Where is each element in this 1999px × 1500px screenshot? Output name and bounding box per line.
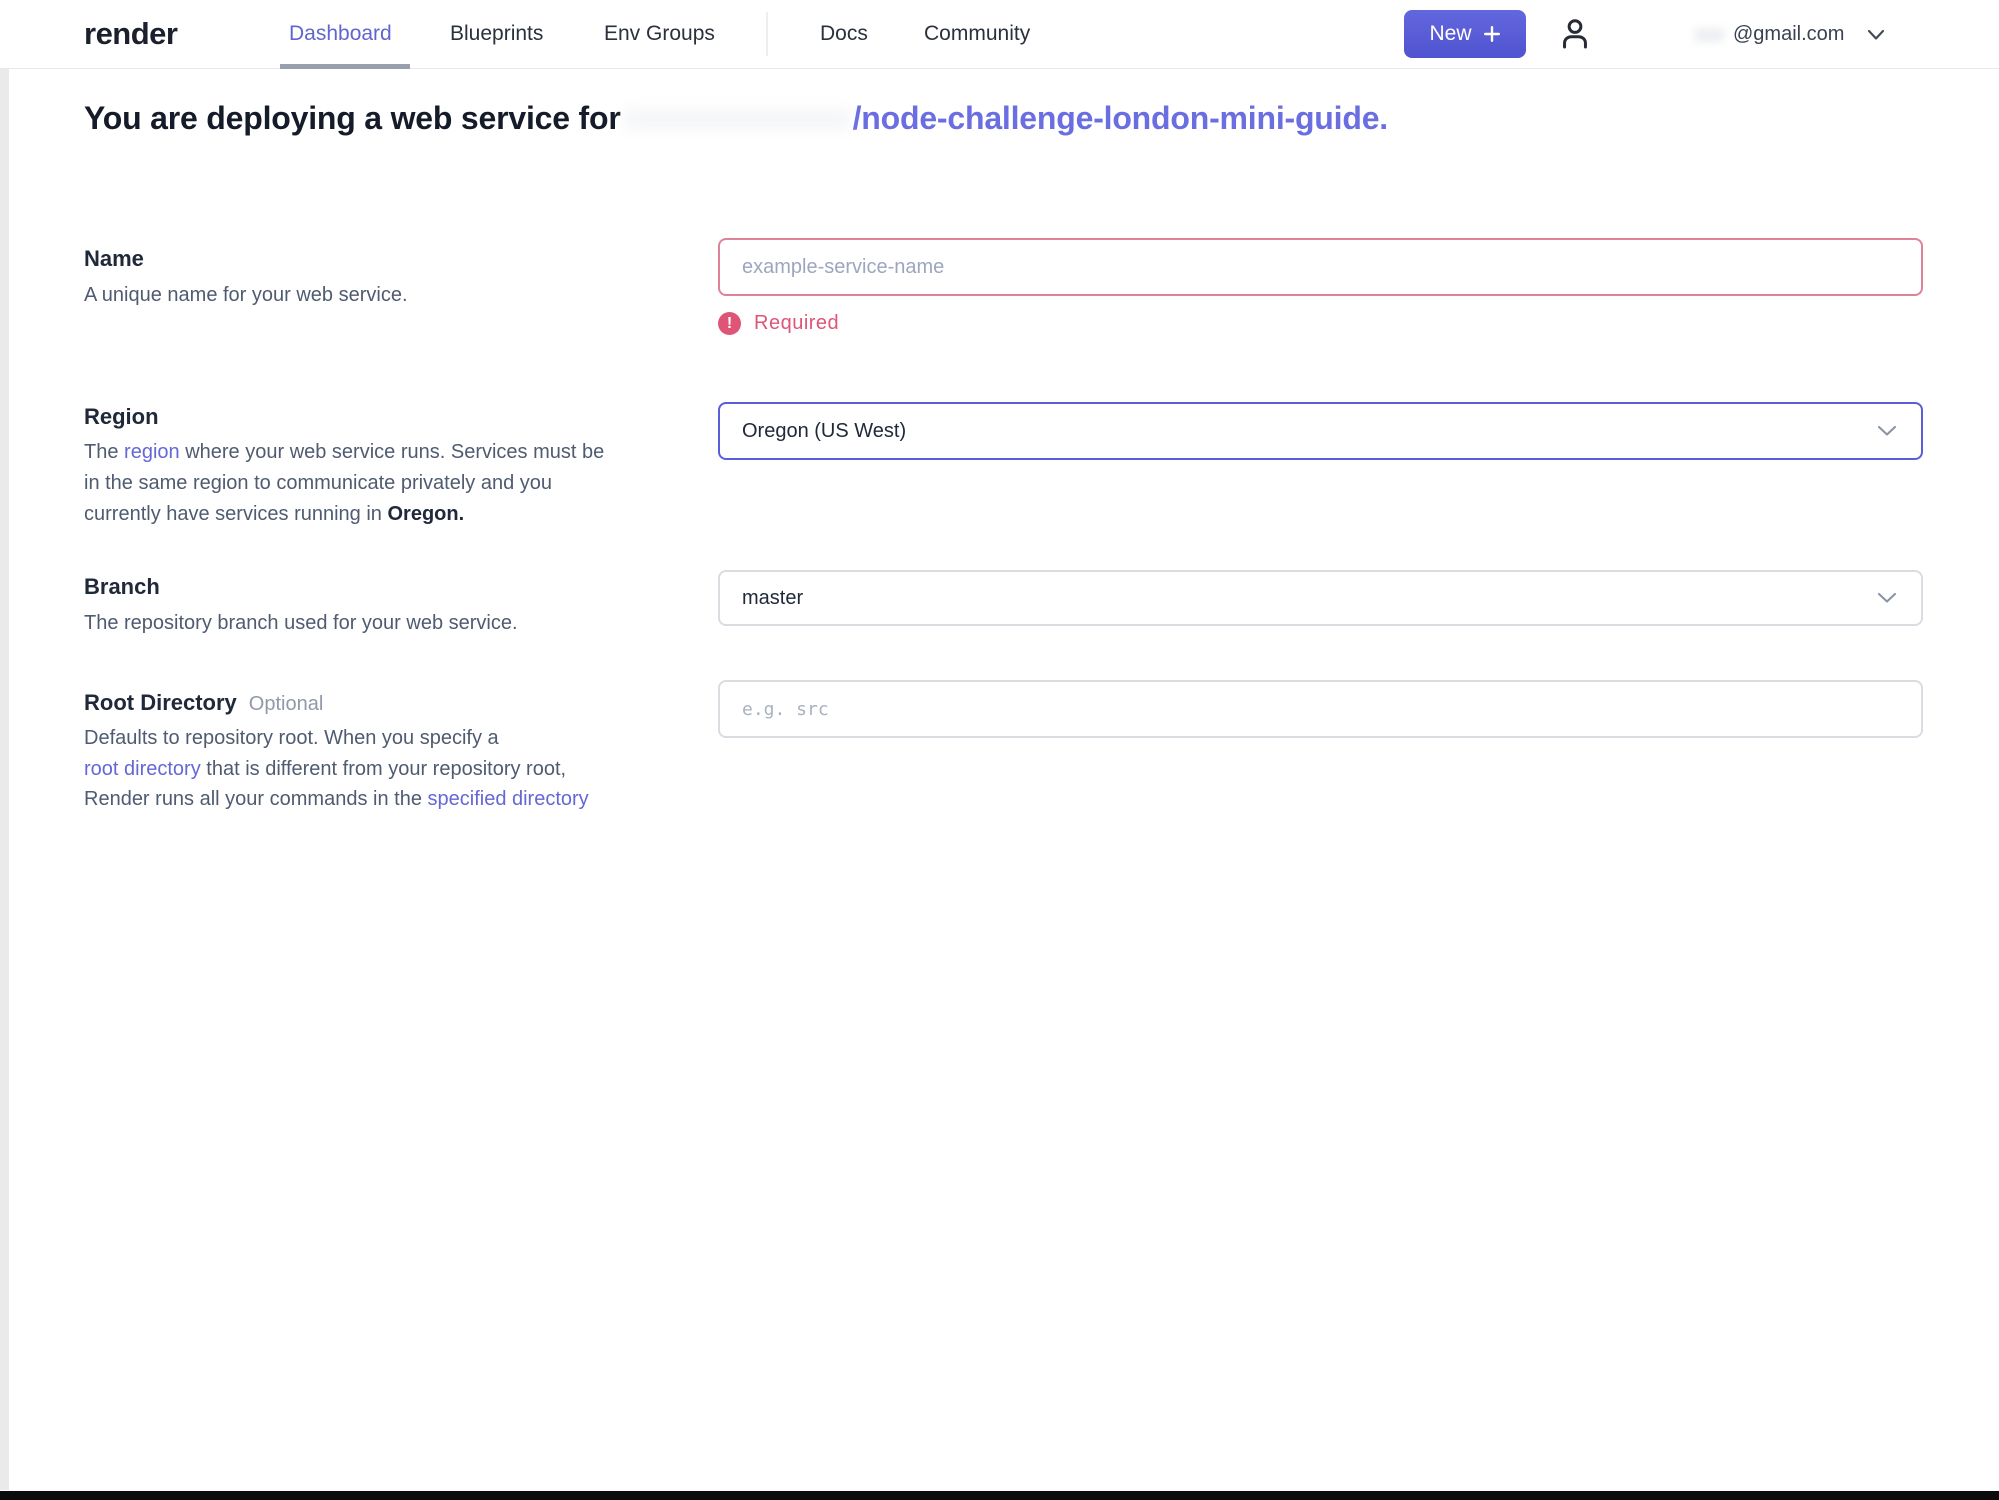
new-button[interactable]: New: [1404, 10, 1526, 58]
chevron-down-icon: [1877, 425, 1897, 437]
branch-select[interactable]: master: [718, 570, 1923, 626]
new-button-label: New: [1429, 22, 1472, 45]
optional-badge: Optional: [248, 693, 324, 715]
nav-item-blueprints[interactable]: Blueprints: [450, 22, 543, 46]
branch-description: The repository branch used for your web …: [84, 612, 518, 634]
region-select[interactable]: Oregon (US West): [718, 402, 1923, 460]
top-navigation-bar: render Dashboard Blueprints Env Groups D…: [0, 0, 1999, 69]
region-desc-text-3: in the same region to communicate privat…: [84, 472, 553, 494]
page-title-prefix: You are deploying a web service for: [84, 100, 621, 136]
name-label: Name: [84, 246, 144, 271]
page-title: You are deploying a web service for /nod…: [84, 100, 1388, 137]
user-icon: [1556, 15, 1594, 53]
root-directory-input[interactable]: [718, 680, 1923, 738]
repo-link[interactable]: /node-challenge-london-mini-guide.: [853, 100, 1389, 137]
service-name-input[interactable]: [718, 238, 1923, 296]
dashboard-active-underline: [280, 64, 410, 69]
root-directory-label-text: Root Directory: [84, 690, 237, 715]
chevron-down-icon: [1877, 592, 1897, 604]
nav-divider: [766, 12, 768, 56]
nav-item-env-groups[interactable]: Env Groups: [604, 22, 715, 46]
branch-label: Branch: [84, 574, 160, 599]
region-desc-oregon: Oregon.: [387, 503, 465, 525]
name-error-text: Required: [754, 312, 840, 334]
name-error-row: Required: [718, 312, 839, 335]
render-logo[interactable]: render: [84, 16, 178, 52]
region-desc-text-1: The: [84, 441, 125, 463]
region-link[interactable]: region: [124, 441, 180, 463]
region-label: Region: [84, 404, 159, 429]
root-directory-description: Defaults to repository root. When you sp…: [84, 723, 589, 815]
root-desc-text-3: Render runs all your commands in the: [84, 788, 428, 810]
redacted-account-name: [1694, 28, 1724, 42]
region-description: The region where your web service runs. …: [84, 437, 604, 530]
root-directory-label: Root Directory Optional: [84, 690, 323, 716]
branch-select-value: master: [742, 586, 804, 609]
specified-directory-link[interactable]: specified directory: [428, 788, 589, 810]
root-desc-text-1: Defaults to repository root. When you sp…: [84, 727, 499, 749]
chevron-down-icon: [1866, 28, 1886, 42]
nav-item-community[interactable]: Community: [924, 22, 1030, 46]
error-icon: [718, 312, 741, 335]
region-desc-text-4: currently have services running in: [84, 503, 388, 525]
user-menu-button[interactable]: [1554, 13, 1596, 55]
region-select-value: Oregon (US West): [742, 419, 907, 442]
deploy-web-service-page: render Dashboard Blueprints Env Groups D…: [0, 0, 1999, 1500]
root-desc-text-2: that is different from your repository r…: [200, 757, 567, 780]
bottom-bar: [0, 1491, 1999, 1500]
name-description: A unique name for your web service.: [84, 284, 408, 306]
redacted-username: [623, 107, 850, 130]
account-menu[interactable]: @gmail.com: [1733, 0, 1886, 69]
root-directory-link[interactable]: root directory: [84, 758, 201, 780]
nav-item-docs[interactable]: Docs: [820, 22, 868, 46]
account-email: @gmail.com: [1733, 23, 1845, 45]
left-edge-strip: [0, 69, 9, 1490]
region-desc-text-2: where your web service runs. Services mu…: [179, 441, 605, 463]
nav-item-dashboard[interactable]: Dashboard: [289, 22, 392, 46]
plus-icon: [1483, 25, 1501, 43]
